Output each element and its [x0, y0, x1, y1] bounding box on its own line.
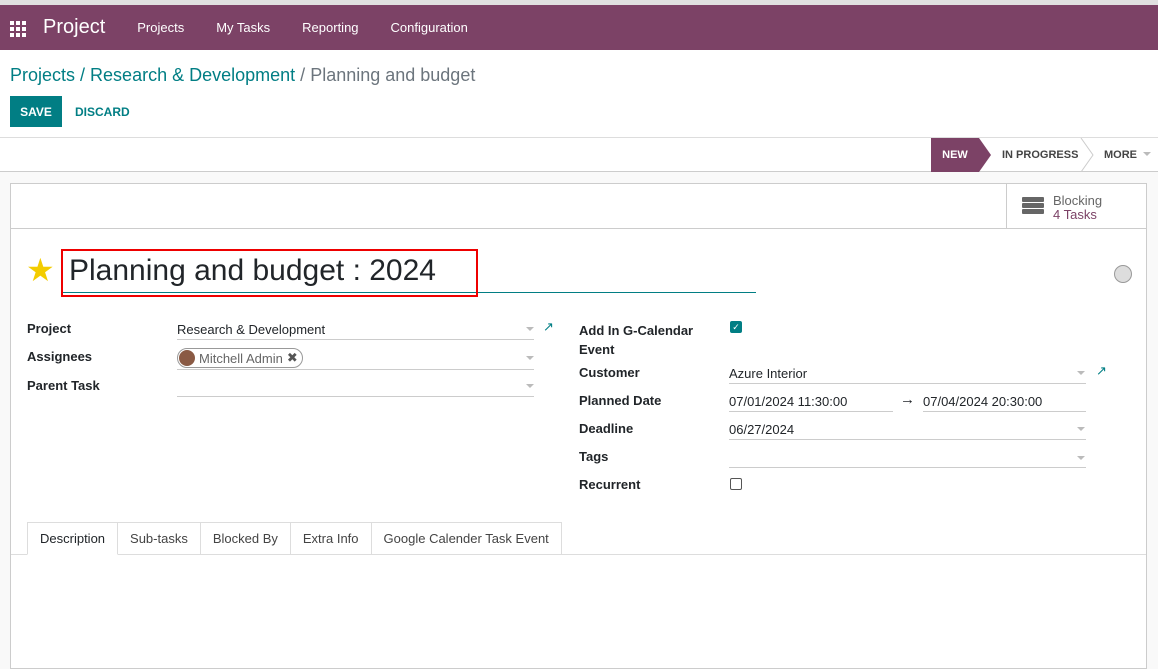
- status-bar: NEW IN PROGRESS MORE: [0, 137, 1158, 172]
- menu-reporting[interactable]: Reporting: [286, 20, 374, 35]
- planned-start-underline: [729, 411, 893, 412]
- menu-my-tasks[interactable]: My Tasks: [200, 20, 286, 35]
- menu-configuration[interactable]: Configuration: [375, 20, 484, 35]
- gcal-label: Add In G-Calendar Event: [579, 323, 694, 357]
- stage-separator: [1080, 138, 1094, 172]
- highlight-box: [61, 249, 478, 297]
- tab-blocked-by[interactable]: Blocked By: [200, 522, 291, 555]
- deadline-label: Deadline: [579, 421, 634, 436]
- recurrent-checkbox[interactable]: [730, 478, 742, 490]
- breadcrumb: Projects / Research & Development / Plan…: [10, 65, 476, 85]
- tab-google-calendar[interactable]: Google Calender Task Event: [371, 522, 562, 555]
- caret-down-icon[interactable]: [526, 384, 534, 388]
- project-label: Project: [27, 321, 72, 336]
- planned-end-underline: [923, 411, 1086, 412]
- recurrent-label: Recurrent: [579, 477, 641, 492]
- tab-sub-tasks[interactable]: Sub-tasks: [118, 522, 201, 555]
- tab-description[interactable]: Description: [27, 522, 119, 555]
- planned-end-field[interactable]: 07/04/2024 20:30:00: [923, 394, 1042, 409]
- server-icon: [1022, 197, 1044, 215]
- save-button[interactable]: SAVE: [10, 96, 62, 127]
- gcal-checkbox[interactable]: ✓: [730, 321, 742, 333]
- breadcrumb-project[interactable]: Research & Development: [90, 65, 295, 85]
- tags-label: Tags: [579, 449, 609, 464]
- blocking-button[interactable]: Blocking 4 Tasks: [1006, 184, 1147, 228]
- form-sheet: Blocking 4 Tasks ★ Planning and budget :…: [10, 183, 1147, 669]
- parent-task-label: Parent Task: [27, 378, 100, 393]
- notebook-tabs: Description Sub-tasks Blocked By Extra I…: [27, 522, 562, 555]
- star-icon[interactable]: ★: [26, 254, 55, 286]
- apps-menu-icon[interactable]: [10, 20, 28, 37]
- tab-extra-info[interactable]: Extra Info: [290, 522, 372, 555]
- parent-task-field[interactable]: [177, 396, 534, 397]
- caret-down-icon[interactable]: [526, 327, 534, 331]
- assignees-underline: [177, 369, 534, 370]
- external-link-icon[interactable]: ↗: [1096, 363, 1107, 379]
- project-underline: [177, 339, 534, 340]
- caret-down-icon[interactable]: [1077, 427, 1085, 431]
- discard-button[interactable]: DISCARD: [75, 105, 130, 119]
- blocking-count: 4 Tasks: [1053, 207, 1097, 222]
- blocking-label: Blocking: [1053, 193, 1103, 208]
- assignee-tag: Mitchell Admin ✖: [177, 348, 303, 368]
- tags-field[interactable]: [729, 467, 1086, 468]
- caret-down-icon[interactable]: [526, 356, 534, 360]
- top-navbar: Project Projects My Tasks Reporting Conf…: [0, 5, 1158, 50]
- arrow-right-icon: →: [900, 391, 915, 408]
- caret-down-icon: [1143, 152, 1151, 156]
- project-field[interactable]: Research & Development: [177, 322, 325, 337]
- caret-down-icon[interactable]: [1077, 371, 1085, 375]
- remove-icon[interactable]: ✖: [287, 350, 298, 366]
- caret-down-icon[interactable]: [1077, 456, 1085, 460]
- avatar: [179, 350, 195, 366]
- external-link-icon[interactable]: ↗: [543, 319, 554, 335]
- deadline-field[interactable]: 06/27/2024: [729, 422, 794, 437]
- stage-more[interactable]: MORE: [1104, 138, 1151, 172]
- planned-start-field[interactable]: 07/01/2024 11:30:00: [729, 394, 847, 409]
- deadline-underline: [729, 439, 1086, 440]
- kanban-state-icon[interactable]: [1114, 265, 1132, 283]
- breadcrumb-current: Planning and budget: [310, 65, 476, 85]
- menu-projects[interactable]: Projects: [121, 20, 200, 35]
- app-name[interactable]: Project: [43, 16, 105, 39]
- stage-more-label: MORE: [1104, 149, 1137, 161]
- stage-new[interactable]: NEW: [931, 138, 991, 172]
- control-panel: Projects / Research & Development / Plan…: [0, 50, 1158, 172]
- customer-label: Customer: [579, 365, 640, 380]
- planned-date-label: Planned Date: [579, 393, 662, 408]
- stage-in-progress[interactable]: IN PROGRESS: [1002, 138, 1078, 172]
- customer-underline: [729, 383, 1086, 384]
- customer-field[interactable]: Azure Interior: [729, 366, 807, 381]
- breadcrumb-projects[interactable]: Projects: [10, 65, 75, 85]
- button-box: Blocking 4 Tasks: [11, 184, 1146, 229]
- assignees-label: Assignees: [27, 349, 93, 364]
- assignee-name: Mitchell Admin: [199, 350, 283, 366]
